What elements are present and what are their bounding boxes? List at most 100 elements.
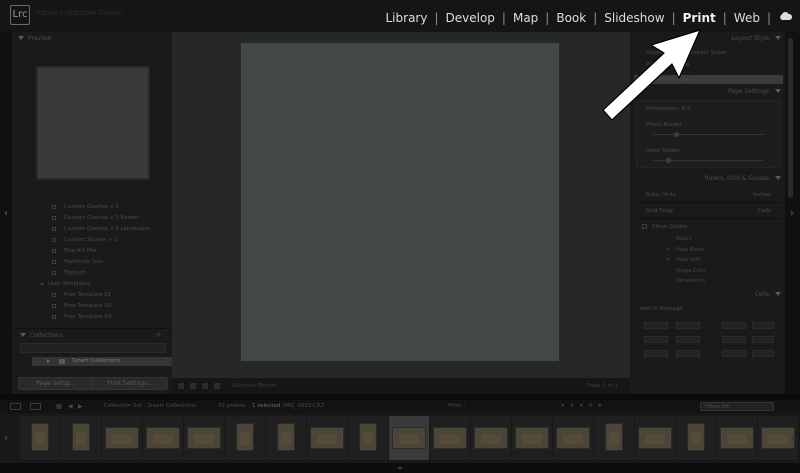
rulers-grid-guides-header[interactable]: Rulers, Grid & Guides <box>630 172 785 185</box>
smart-collections-item[interactable]: Smart Collections <box>32 357 178 366</box>
cell-size-button[interactable] <box>752 350 774 357</box>
page-settings-row[interactable]: Photo Border <box>636 120 781 130</box>
filmstrip-thumbnail[interactable] <box>512 416 552 460</box>
template-item[interactable]: Custom Overlap x 3 <box>12 202 172 213</box>
primary-window-icon[interactable] <box>10 403 21 410</box>
module-web[interactable]: Web <box>727 11 767 25</box>
checkmark-icon[interactable]: ✓ <box>666 246 671 253</box>
filmstrip-thumbnail[interactable] <box>266 416 306 460</box>
cell-size-button[interactable] <box>752 322 774 329</box>
module-print[interactable]: Print <box>676 11 723 25</box>
template-item[interactable]: Custom Square + 2 <box>12 235 172 246</box>
collapse-left-icon[interactable] <box>4 210 7 216</box>
right-panel-scrollbar[interactable] <box>788 38 793 198</box>
collections-header[interactable]: Collections + <box>12 328 172 341</box>
filmstrip-scroll-left-icon[interactable] <box>4 435 7 441</box>
collapse-filmstrip-icon[interactable] <box>397 467 403 470</box>
forward-arrow-icon[interactable]: ▶ <box>78 403 83 410</box>
filmstrip-thumbnail[interactable] <box>307 416 347 460</box>
disclosure-triangle-icon[interactable] <box>775 292 781 296</box>
page-setup-button[interactable]: Page Setup... <box>18 377 94 390</box>
page-nav-icon[interactable] <box>178 383 184 389</box>
filmstrip-scroll-right-icon[interactable] <box>792 435 795 441</box>
filmstrip-thumbnail[interactable] <box>676 416 716 460</box>
disclosure-triangle-icon[interactable] <box>775 89 781 93</box>
module-book[interactable]: Book <box>549 11 593 25</box>
collapse-right-icon[interactable] <box>791 210 794 216</box>
template-folder[interactable]: User Templates <box>12 279 172 290</box>
filmstrip-thumbnail[interactable] <box>594 416 634 460</box>
filter-preset-dropdown[interactable]: Filters Off <box>700 402 774 411</box>
module-map[interactable]: Map <box>506 11 545 25</box>
filmstrip-thumbnail[interactable] <box>184 416 224 460</box>
page-settings-header[interactable]: Page Settings <box>630 85 785 98</box>
grid-icon[interactable]: ▦ <box>56 403 62 410</box>
module-slideshow[interactable]: Slideshow <box>597 11 671 25</box>
right-panel-edge[interactable] <box>785 32 800 394</box>
cell-size-button[interactable] <box>676 336 700 343</box>
layout-option-picture-package[interactable]: Picture Package <box>636 60 781 70</box>
layout-option-single[interactable]: Single Image / Contact Sheet <box>636 48 781 58</box>
slider-knob[interactable] <box>666 158 671 163</box>
use-selected-label[interactable]: Selected Photos <box>232 383 276 389</box>
filmstrip-thumbnail[interactable] <box>430 416 470 460</box>
layout-option-custom-package[interactable]: Custom Package <box>634 75 783 84</box>
back-arrow-icon[interactable]: ◀ <box>68 403 73 410</box>
print-settings-button[interactable]: Print Settings... <box>92 377 168 390</box>
secondary-window-icon[interactable] <box>30 403 41 410</box>
grid-snap-value[interactable]: Cells <box>758 208 771 214</box>
photo-border-slider[interactable] <box>654 134 764 135</box>
cell-size-button[interactable] <box>676 322 700 329</box>
next-page-icon[interactable] <box>214 383 220 389</box>
show-guides-checkbox[interactable] <box>642 224 647 229</box>
filmstrip-thumbnail[interactable] <box>717 416 757 460</box>
filmstrip-thumbnail[interactable] <box>553 416 593 460</box>
filmstrip-thumbnail[interactable] <box>102 416 142 460</box>
filmstrip-thumbnail[interactable] <box>389 416 429 460</box>
template-item[interactable]: Fine Art Mat <box>12 246 172 257</box>
filmstrip-thumbnail[interactable] <box>20 416 60 460</box>
cell-size-button[interactable] <box>644 322 668 329</box>
disclosure-triangle-icon[interactable] <box>18 36 24 40</box>
template-item[interactable]: Triptych <box>12 268 172 279</box>
page-settings-row[interactable]: Inner Stroke <box>636 146 781 156</box>
left-panel-edge[interactable] <box>0 32 12 394</box>
disclosure-triangle-icon[interactable] <box>20 333 26 337</box>
show-guides-row[interactable]: Show Guides <box>636 222 781 232</box>
prev-page-icon[interactable] <box>202 383 208 389</box>
template-item[interactable]: Free Template 01 <box>12 290 172 301</box>
cell-size-button[interactable] <box>722 336 746 343</box>
preview-header[interactable]: Preview <box>12 32 172 45</box>
cell-size-button[interactable] <box>722 322 746 329</box>
filmstrip-thumbnail[interactable] <box>225 416 265 460</box>
page-settings-row[interactable]: Dimensions: 8.5 <box>636 104 781 114</box>
cells-header[interactable]: Cells <box>630 288 785 301</box>
template-item[interactable]: Free Template 03 <box>12 312 172 323</box>
collections-filter-input[interactable] <box>20 343 166 353</box>
cell-size-button[interactable] <box>644 350 668 357</box>
module-library[interactable]: Library <box>379 11 435 25</box>
filmstrip-thumbnail[interactable] <box>143 416 183 460</box>
cell-size-button[interactable] <box>676 350 700 357</box>
star-rating-filter[interactable]: ★ ★ ★ ★ ★ <box>560 402 604 409</box>
layout-style-header[interactable]: Layout Style <box>630 32 785 45</box>
first-page-icon[interactable] <box>190 383 196 389</box>
ruler-units-row[interactable]: Ruler Units Inches <box>636 190 781 200</box>
add-collection-button[interactable]: + <box>155 330 162 339</box>
cell-size-button[interactable] <box>722 350 746 357</box>
filmstrip-thumbnail[interactable] <box>635 416 675 460</box>
template-item[interactable]: Custom Overlap x 3 Landscape <box>12 224 172 235</box>
collection-set-label[interactable]: Collection Set : Smart Collections <box>104 403 196 409</box>
expand-arrow-icon[interactable] <box>47 359 50 363</box>
template-item[interactable]: Maximize Size <box>12 257 172 268</box>
print-page-preview[interactable] <box>241 43 559 361</box>
checkmark-icon[interactable]: ✓ <box>666 256 671 263</box>
cell-size-button[interactable] <box>752 336 774 343</box>
disclosure-triangle-icon[interactable] <box>775 36 781 40</box>
grid-snap-row[interactable]: Grid Snap Cells <box>636 206 781 216</box>
disclosure-triangle-icon[interactable] <box>775 176 781 180</box>
template-item[interactable]: Custom Overlap x 3 Border <box>12 213 172 224</box>
cloud-icon[interactable] <box>779 12 792 20</box>
slider-knob[interactable] <box>674 132 679 137</box>
filmstrip-thumbnail[interactable] <box>61 416 101 460</box>
